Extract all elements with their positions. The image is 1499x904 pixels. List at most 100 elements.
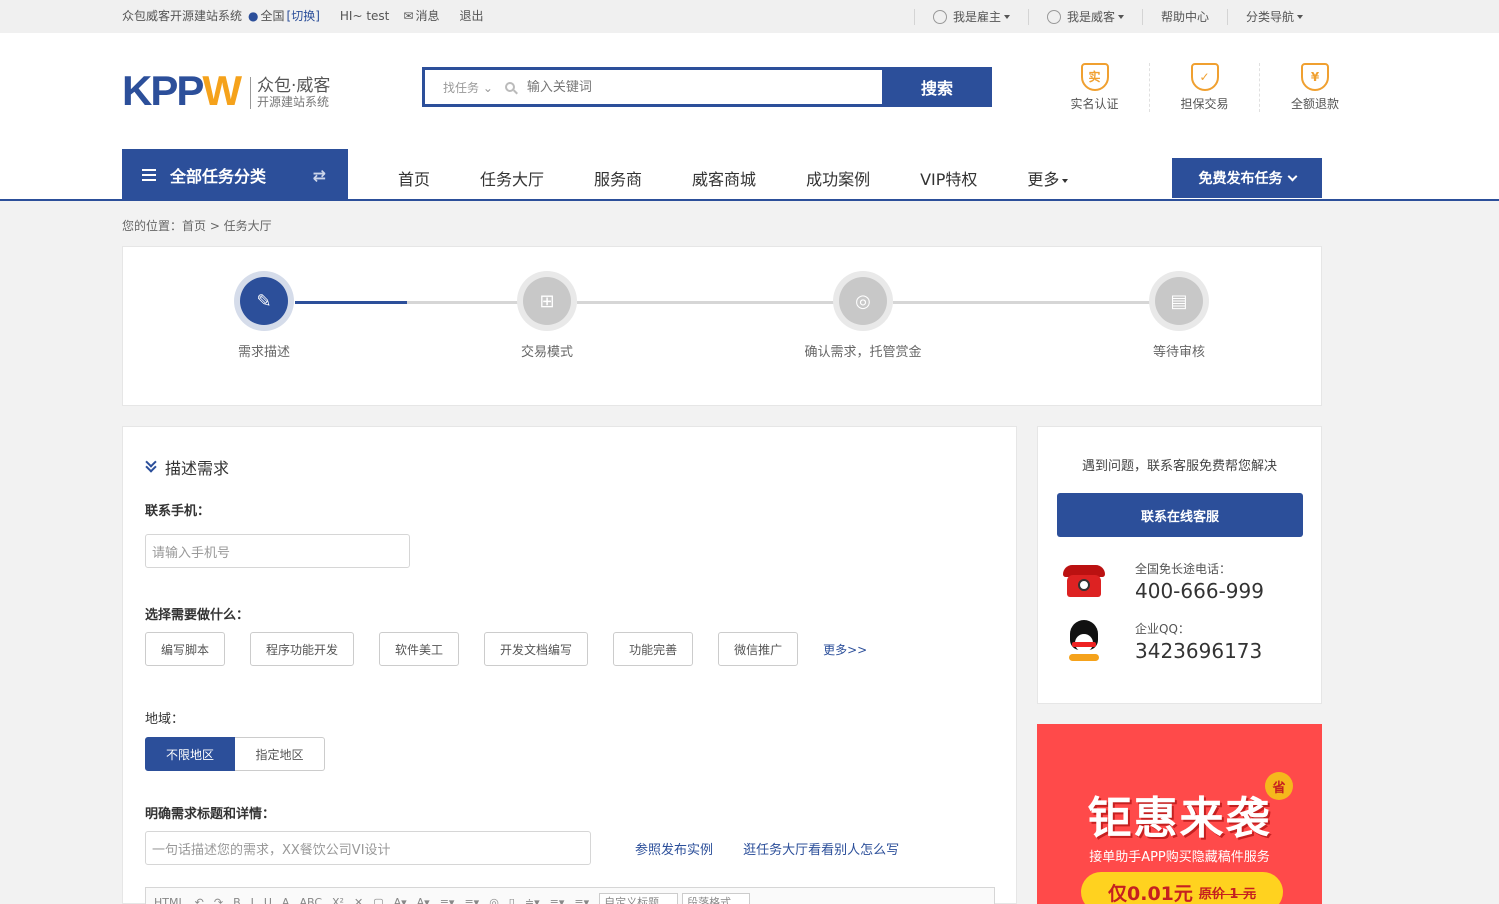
title-input[interactable]: 一句话描述您的需求，XX餐饮公司VI设计 bbox=[145, 831, 591, 865]
font-border-icon[interactable]: A bbox=[282, 896, 290, 904]
site-name: 众包威客开源建站系统 bbox=[122, 9, 243, 23]
section-title-label: 描述需求 bbox=[165, 459, 230, 478]
clear-doc-icon[interactable]: ▯ bbox=[509, 896, 515, 904]
edit-icon: ✎ bbox=[240, 277, 288, 325]
superscript-icon[interactable]: X² bbox=[332, 896, 344, 904]
font-color-icon[interactable]: A▾ bbox=[394, 896, 407, 904]
section-title: 描述需求 bbox=[145, 455, 229, 479]
refund-shield-icon: ¥ bbox=[1301, 63, 1329, 91]
align-icon[interactable]: ≡▾ bbox=[550, 896, 565, 904]
breadcrumb: 您的位置：首页 > 任务大厅 bbox=[122, 219, 272, 233]
option-docs[interactable]: 开发文档编写 bbox=[484, 632, 589, 666]
nav-home[interactable]: 首页 bbox=[398, 166, 430, 190]
redo-icon[interactable]: ↷ bbox=[214, 896, 223, 904]
region-label: 地域： bbox=[145, 712, 185, 727]
switch-location-link[interactable]: [切换] bbox=[287, 7, 320, 24]
guarantee-escrow[interactable]: ✓ 担保交易 bbox=[1150, 63, 1260, 112]
region-unlimited-button[interactable]: 不限地区 bbox=[145, 737, 235, 771]
html-icon[interactable]: HTML bbox=[154, 896, 185, 904]
select-all-icon[interactable]: ◎ bbox=[489, 896, 499, 904]
search-button[interactable]: 搜索 bbox=[882, 67, 992, 107]
qq-label: 企业QQ： bbox=[1135, 621, 1190, 636]
employer-menu[interactable]: 我是雇主 bbox=[953, 8, 1001, 25]
search-category-dropdown[interactable]: 找任务 ⌄ bbox=[425, 79, 501, 96]
help-center-link[interactable]: 帮助中心 bbox=[1161, 8, 1209, 25]
indent-icon[interactable]: ≡▾ bbox=[574, 896, 589, 904]
real-name-shield-icon: 实 bbox=[1080, 63, 1109, 91]
qq-text: 企业QQ： 3423696173 bbox=[1135, 620, 1262, 663]
nav-mall[interactable]: 威客商城 bbox=[692, 166, 756, 190]
location-pin-icon: ● bbox=[248, 8, 259, 23]
option-script[interactable]: 编写脚本 bbox=[145, 632, 226, 666]
step-circle: ▤ bbox=[1149, 271, 1209, 331]
chevron-down-icon bbox=[1117, 14, 1124, 19]
divider bbox=[1027, 8, 1029, 25]
publish-task-label: 免费发布任务 bbox=[1198, 171, 1283, 187]
nav-task-hall[interactable]: 任务大厅 bbox=[480, 166, 544, 190]
promo-banner[interactable]: 省 钜惠来袭 接单助手APP购买隐藏稿件服务 仅0.01元 原价 1 元 bbox=[1037, 724, 1322, 904]
option-dev[interactable]: 程序功能开发 bbox=[250, 632, 355, 666]
nav-more[interactable]: 更多 bbox=[1027, 166, 1069, 190]
option-wechat[interactable]: 微信推广 bbox=[718, 632, 799, 666]
step-review: ▤ 等待审核 bbox=[1079, 271, 1279, 360]
option-design[interactable]: 软件美工 bbox=[379, 632, 460, 666]
paste-icon[interactable]: ▢ bbox=[373, 896, 383, 904]
divider bbox=[913, 8, 915, 25]
paragraph-select[interactable]: 段落格式 bbox=[682, 893, 751, 904]
guarantee-label: 担保交易 bbox=[1180, 97, 1229, 111]
online-service-button[interactable]: 联系在线客服 bbox=[1057, 493, 1303, 537]
nav-vip[interactable]: VIP特权 bbox=[920, 166, 977, 190]
phone-label: 联系手机： bbox=[145, 504, 211, 519]
site-logo[interactable]: KPPW 众包·威客 开源建站系统 bbox=[122, 70, 330, 112]
heading-select[interactable]: 自定义标题 bbox=[599, 893, 679, 904]
ordered-list-icon[interactable]: ≡▾ bbox=[440, 896, 455, 904]
help-links: 参照发布实例 逛任务大厅看看别人怎么写 bbox=[635, 839, 925, 858]
undo-icon[interactable]: ↶ bbox=[195, 896, 204, 904]
chevron-down-icon bbox=[1287, 171, 1297, 181]
support-tip: 遇到问题，联系客服免费帮您解决 bbox=[1081, 459, 1277, 474]
browse-hall-link[interactable]: 逛任务大厅看看别人怎么写 bbox=[743, 843, 925, 858]
option-improve[interactable]: 功能完善 bbox=[613, 632, 694, 666]
line-height-icon[interactable]: ≐▾ bbox=[525, 896, 540, 904]
user-greeting[interactable]: HI~ test bbox=[340, 9, 389, 23]
logo-tagline: 众包·威客 开源建站系统 bbox=[250, 77, 330, 109]
strike-icon[interactable]: ABC bbox=[299, 896, 322, 904]
step-circle: ⊞ bbox=[517, 271, 577, 331]
bold-icon[interactable]: B bbox=[233, 896, 241, 904]
highlight-icon[interactable]: A▾ bbox=[417, 896, 430, 904]
worker-menu[interactable]: 我是威客 bbox=[1067, 8, 1115, 25]
logo-line2: 开源建站系统 bbox=[257, 94, 330, 109]
nav-links: 首页 任务大厅 服务商 威客商城 成功案例 VIP特权 更多 bbox=[398, 166, 1118, 190]
step-label: 等待审核 bbox=[1152, 345, 1205, 360]
header: KPPW 众包·威客 开源建站系统 找任务 ⌄ 搜索 实 实名认证 ✓ 担保交易… bbox=[0, 33, 1499, 201]
guarantees: 实 实名认证 ✓ 担保交易 ¥ 全额退款 bbox=[1040, 63, 1370, 112]
promo-price-original: 原价 1 元 bbox=[1198, 886, 1256, 902]
qq-number: 3423696173 bbox=[1135, 638, 1263, 663]
nav-cases[interactable]: 成功案例 bbox=[806, 166, 870, 190]
support-panel: 遇到问题，联系客服免费帮您解决 联系在线客服 全国免长途电话： 400-666-… bbox=[1037, 426, 1322, 704]
clear-format-icon[interactable]: ✕ bbox=[354, 896, 363, 904]
guarantee-refund[interactable]: ¥ 全额退款 bbox=[1260, 63, 1370, 112]
logout-link[interactable]: 退出 bbox=[459, 7, 483, 24]
search-icon bbox=[504, 82, 515, 92]
category-nav-menu[interactable]: 分类导航 bbox=[1246, 8, 1294, 25]
messages-link[interactable]: 消息 bbox=[415, 7, 439, 24]
qq-penguin-icon bbox=[1057, 619, 1111, 663]
unordered-list-icon[interactable]: ≡▾ bbox=[464, 896, 479, 904]
underline-icon[interactable]: U bbox=[264, 896, 272, 904]
chevron-down-icon bbox=[1297, 14, 1303, 19]
example-link[interactable]: 参照发布实例 bbox=[635, 843, 739, 858]
more-options-link[interactable]: 更多>> bbox=[823, 641, 867, 658]
nav-providers[interactable]: 服务商 bbox=[594, 166, 642, 190]
location: 全国 bbox=[260, 9, 285, 23]
guarantee-real-name[interactable]: 实 实名认证 bbox=[1040, 63, 1150, 112]
browse-hall-label: 逛任务大厅看看别人怎么写 bbox=[743, 843, 900, 858]
region-specific-button[interactable]: 指定地区 bbox=[235, 737, 325, 771]
search-input[interactable] bbox=[526, 79, 882, 95]
phone-input[interactable]: 请输入手机号 bbox=[145, 534, 410, 568]
menu-icon bbox=[142, 169, 156, 181]
all-categories-button[interactable]: 全部任务分类 ⇄ bbox=[122, 149, 348, 201]
publish-task-button[interactable]: 免费发布任务 bbox=[1172, 158, 1322, 198]
italic-icon[interactable]: I bbox=[251, 896, 254, 904]
nav-more-label: 更多 bbox=[1027, 170, 1060, 189]
